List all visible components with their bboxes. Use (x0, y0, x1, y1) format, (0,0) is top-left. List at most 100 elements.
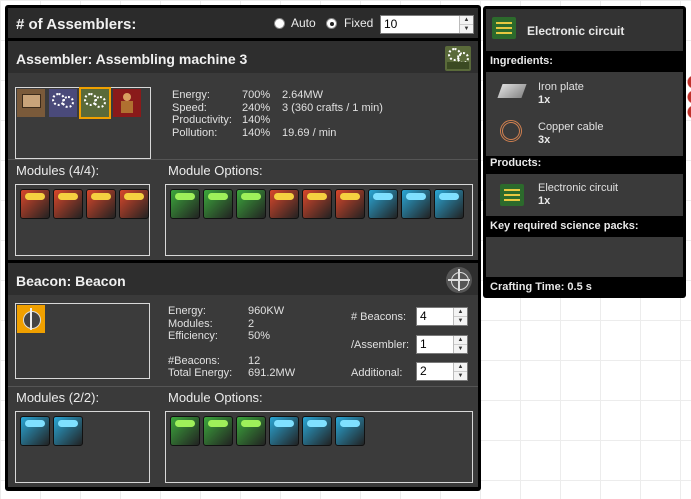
productivity-module-icon[interactable] (335, 189, 365, 219)
assembling-machine-3-icon[interactable] (79, 87, 111, 119)
auto-radio[interactable] (274, 18, 285, 29)
beacon-total-energy-stat: Total Energy: 691.2MW (168, 367, 296, 379)
assembler-modules-box (15, 184, 150, 256)
additional-stepper[interactable]: 2 ▲ ▼ (416, 362, 468, 381)
pollution-stat: Pollution: 140% 19.69 / min (172, 126, 337, 139)
ingredient-name: Copper cable (538, 121, 604, 133)
per-assembler-label: /Assembler: (351, 339, 410, 351)
per-assembler-arrows[interactable]: ▲ ▼ (453, 336, 467, 353)
machine-selector (15, 87, 151, 159)
science-packs-label: Key required science packs: (490, 220, 639, 232)
productivity-module-icon[interactable] (53, 189, 83, 219)
recipe-tooltip: Electronic circuit Ingredients: Iron pla… (483, 6, 686, 298)
beacon-title: Beacon: Beacon (16, 273, 126, 289)
up-arrow-icon[interactable]: ▲ (454, 336, 467, 345)
beacon-modules-box (15, 411, 150, 483)
speed-module-icon[interactable] (302, 416, 332, 446)
assembling-machine-icon (445, 46, 471, 71)
assembling-machine-1-icon[interactable] (17, 89, 45, 117)
ingredient-qty: 1x (538, 94, 551, 106)
beacon-module-options-box (165, 411, 473, 483)
beacon-module-options-label: Module Options: (168, 390, 263, 405)
speed-module-icon[interactable] (269, 416, 299, 446)
productivity-module-icon[interactable] (20, 189, 50, 219)
speed-module-icon[interactable] (401, 189, 431, 219)
beacon-modules-label: Modules (2/2): (16, 390, 100, 405)
up-arrow-icon[interactable]: ▲ (454, 363, 467, 372)
productivity-module-icon[interactable] (302, 189, 332, 219)
productivity-module-icon[interactable] (119, 189, 149, 219)
divider (8, 386, 478, 387)
productivity-module-icon[interactable] (86, 189, 116, 219)
speed-module-icon[interactable] (20, 416, 50, 446)
assembler-modules-label: Modules (4/4): (16, 163, 100, 178)
assembler-section: Assembler: Assembling machine 3 Energy: … (8, 41, 478, 260)
per-assembler-stepper[interactable]: 1 ▲ ▼ (416, 335, 468, 354)
beacons-stepper[interactable]: 4 ▲ ▼ (416, 307, 468, 326)
beacons-arrows[interactable]: ▲ ▼ (453, 308, 467, 325)
tooltip-item-name: Electronic circuit (527, 24, 625, 38)
auto-label: Auto (291, 16, 316, 30)
fixed-count-arrows[interactable]: ▲ ▼ (459, 16, 473, 33)
ingredient-qty: 3x (538, 134, 551, 146)
ingredients-label: Ingredients: (490, 55, 553, 67)
iron-plate-icon (497, 84, 527, 98)
assembler-panel: # of Assemblers: Auto Fixed 10 ▲ ▼ Assemb… (5, 5, 481, 491)
efficiency-module-icon[interactable] (236, 416, 266, 446)
electronic-circuit-icon (492, 17, 516, 39)
down-arrow-icon[interactable]: ▼ (454, 317, 467, 325)
up-arrow-icon[interactable]: ▲ (460, 16, 473, 25)
crafting-time: Crafting Time: 0.5 s (490, 281, 592, 293)
energy-stat: Energy: 700% 2.64MW (172, 89, 323, 101)
assembler-module-options-box (165, 184, 473, 256)
down-arrow-icon[interactable]: ▼ (454, 372, 467, 380)
beacon-select-icon[interactable] (17, 305, 45, 333)
efficiency-module-icon[interactable] (203, 189, 233, 219)
product-qty: 1x (538, 195, 551, 207)
speed-module-icon[interactable] (368, 189, 398, 219)
efficiency-module-icon[interactable] (170, 189, 200, 219)
assembler-module-options-label: Module Options: (168, 163, 263, 178)
offscreen-item-icon (686, 75, 691, 130)
speed-stat: Speed: 240% 3 (360 crafts / 1 min) (172, 101, 383, 114)
additional-arrows[interactable]: ▲ ▼ (453, 363, 467, 380)
additional-value: 2 (420, 364, 427, 378)
beacon-section: Beacon: Beacon Energy: 960KW Modules: 2 Ef… (8, 263, 478, 487)
player-icon[interactable] (113, 89, 141, 117)
speed-module-icon[interactable] (53, 416, 83, 446)
copper-cable-icon (500, 120, 522, 142)
tooltip-header: Electronic circuit (486, 9, 683, 51)
down-arrow-icon[interactable]: ▼ (454, 345, 467, 353)
speed-module-icon[interactable] (335, 416, 365, 446)
beacon-icon (446, 267, 472, 293)
product-name: Electronic circuit (538, 182, 619, 194)
per-assembler-value: 1 (420, 337, 427, 351)
electronic-circuit-icon (500, 184, 524, 206)
beacons-value: 4 (420, 309, 427, 323)
efficiency-module-icon[interactable] (236, 189, 266, 219)
speed-module-icon[interactable] (434, 189, 464, 219)
assemblers-count-label: # of Assemblers: (16, 16, 137, 33)
fixed-radio[interactable] (326, 18, 337, 29)
ingredients-list: Iron plate 1x Copper cable 3x (486, 72, 683, 156)
beacon-energy-stat: Energy: 960KW (168, 305, 285, 317)
divider (8, 159, 478, 160)
fixed-count-value: 10 (384, 17, 398, 31)
down-arrow-icon[interactable]: ▼ (460, 25, 473, 33)
assembler-title: Assembler: Assembling machine 3 (16, 51, 248, 67)
additional-label: Additional: (351, 367, 403, 379)
beacons-label: # Beacons: (351, 311, 407, 323)
fixed-label: Fixed (344, 16, 374, 30)
productivity-module-icon[interactable] (269, 189, 299, 219)
efficiency-module-icon[interactable] (203, 416, 233, 446)
beacon-stats: Energy: 960KW Modules: 2 Efficiency: 50% #B… (168, 305, 296, 380)
up-arrow-icon[interactable]: ▲ (454, 308, 467, 317)
productivity-stat: Productivity: 140% (172, 114, 271, 126)
fixed-count-stepper[interactable]: 10 ▲ ▼ (380, 15, 474, 34)
assembling-machine-2-icon[interactable] (49, 89, 77, 117)
beacon-efficiency-stat: Efficiency: 50% (168, 330, 271, 342)
top-bar: # of Assemblers: Auto Fixed 10 ▲ ▼ (8, 8, 478, 38)
efficiency-module-icon[interactable] (170, 416, 200, 446)
science-packs-list (486, 237, 683, 277)
products-label: Products: (490, 157, 542, 169)
